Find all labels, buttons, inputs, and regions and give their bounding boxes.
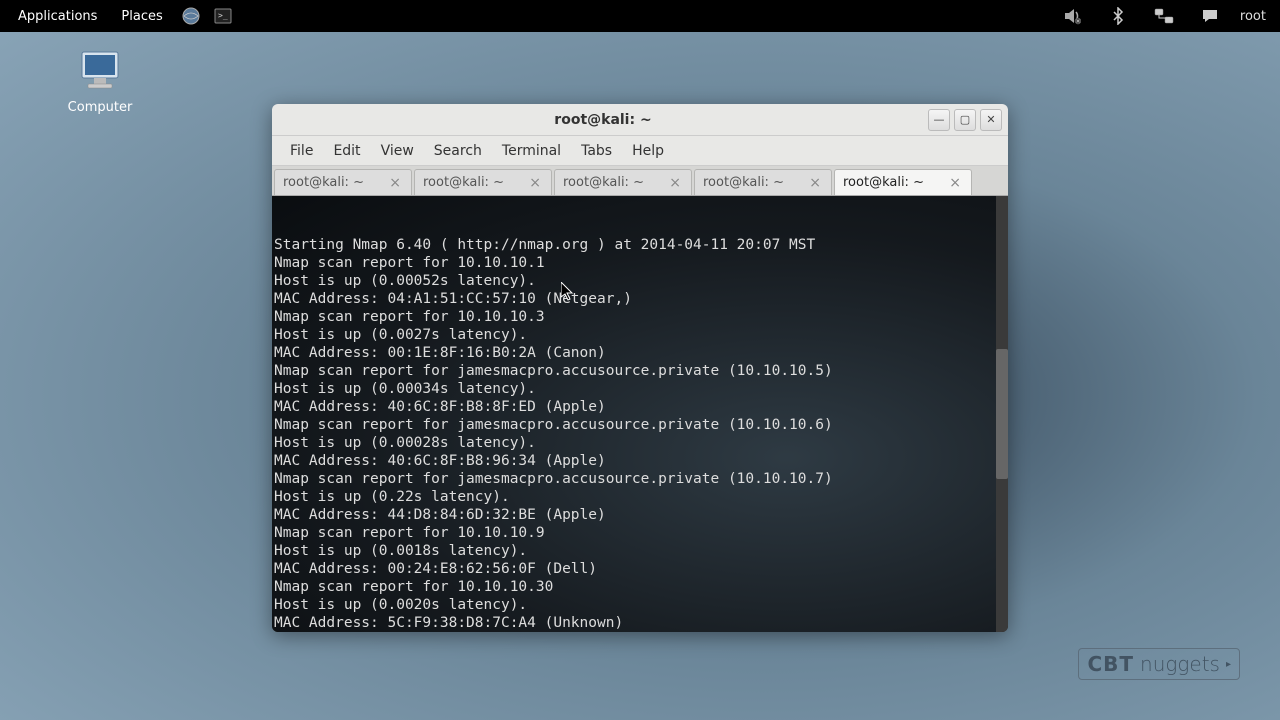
terminal-scrollbar[interactable] <box>996 196 1008 632</box>
terminal-line: Host is up (0.00034s latency). <box>274 380 1006 398</box>
terminal-tab[interactable]: root@kali: ~× <box>414 169 552 195</box>
minimize-button[interactable]: — <box>928 109 950 131</box>
menubar: File Edit View Search Terminal Tabs Help <box>272 136 1008 166</box>
window-titlebar[interactable]: root@kali: ~ — ▢ ✕ <box>272 104 1008 136</box>
top-panel: Applications Places >_ root <box>0 0 1280 32</box>
terminal-line: Host is up (0.22s latency). <box>274 488 1006 506</box>
chat-icon[interactable] <box>1198 4 1222 28</box>
terminal-window: root@kali: ~ — ▢ ✕ File Edit View Search… <box>272 104 1008 632</box>
network-icon[interactable] <box>1152 4 1176 28</box>
window-title: root@kali: ~ <box>278 112 928 128</box>
menu-help[interactable]: Help <box>622 139 674 163</box>
terminal-line: Host is up (0.00028s latency). <box>274 434 1006 452</box>
terminal-tab[interactable]: root@kali: ~× <box>274 169 412 195</box>
tabbar: root@kali: ~× root@kali: ~× root@kali: ~… <box>272 166 1008 196</box>
desktop-computer-label: Computer <box>60 100 140 115</box>
menu-terminal[interactable]: Terminal <box>492 139 571 163</box>
terminal-line: Nmap scan report for jamesmacpro.accusou… <box>274 470 1006 488</box>
tab-close-icon[interactable]: × <box>527 175 543 191</box>
terminal-line: Starting Nmap 6.40 ( http://nmap.org ) a… <box>274 236 1006 254</box>
tab-close-icon[interactable]: × <box>387 175 403 191</box>
browser-launcher-icon[interactable] <box>179 4 203 28</box>
watermark-play-icon: ▸ <box>1226 659 1231 670</box>
terminal-line: Nmap scan report for 10.10.10.30 <box>274 578 1006 596</box>
terminal-line: Nmap scan report for 10.10.10.3 <box>274 308 1006 326</box>
applications-menu[interactable]: Applications <box>6 3 109 30</box>
terminal-line: MAC Address: 00:1E:8F:16:B0:2A (Canon) <box>274 344 1006 362</box>
terminal-line: MAC Address: 40:6C:8F:B8:8F:ED (Apple) <box>274 398 1006 416</box>
menu-edit[interactable]: Edit <box>323 139 370 163</box>
bluetooth-icon[interactable] <box>1106 4 1130 28</box>
close-button[interactable]: ✕ <box>980 109 1002 131</box>
menu-search[interactable]: Search <box>424 139 492 163</box>
terminal-tab[interactable]: root@kali: ~× <box>694 169 832 195</box>
user-label[interactable]: root <box>1240 9 1266 24</box>
menu-tabs[interactable]: Tabs <box>571 139 622 163</box>
terminal-output[interactable]: Starting Nmap 6.40 ( http://nmap.org ) a… <box>272 196 1008 632</box>
terminal-tab[interactable]: root@kali: ~× <box>554 169 692 195</box>
terminal-line: Nmap scan report for 10.10.10.9 <box>274 524 1006 542</box>
tab-close-icon[interactable]: × <box>807 175 823 191</box>
maximize-button[interactable]: ▢ <box>954 109 976 131</box>
watermark-product: nuggets <box>1140 652 1220 676</box>
terminal-line: Nmap scan report for jamesmacpro.accusou… <box>274 362 1006 380</box>
terminal-line: Host is up (0.0027s latency). <box>274 326 1006 344</box>
terminal-line: Host is up (0.0020s latency). <box>274 596 1006 614</box>
terminal-line: MAC Address: 40:6C:8F:B8:96:34 (Apple) <box>274 452 1006 470</box>
tab-close-icon[interactable]: × <box>667 175 683 191</box>
terminal-line: MAC Address: 44:D8:84:6D:32:BE (Apple) <box>274 506 1006 524</box>
terminal-line: Nmap scan report for jamesmacpro.accusou… <box>274 416 1006 434</box>
terminal-line: MAC Address: 00:24:E8:62:56:0F (Dell) <box>274 560 1006 578</box>
terminal-launcher-icon[interactable]: >_ <box>211 4 235 28</box>
terminal-line: MAC Address: 04:A1:51:CC:57:10 (Netgear,… <box>274 290 1006 308</box>
scrollbar-thumb[interactable] <box>996 349 1008 480</box>
menu-file[interactable]: File <box>280 139 323 163</box>
terminal-line: MAC Address: 5C:F9:38:D8:7C:A4 (Unknown) <box>274 614 1006 632</box>
terminal-line: Nmap scan report for 10.10.10.1 <box>274 254 1006 272</box>
tab-close-icon[interactable]: × <box>947 175 963 191</box>
svg-text:>_: >_ <box>218 11 228 20</box>
terminal-tab-active[interactable]: root@kali: ~× <box>834 169 972 195</box>
watermark-brand: CBT <box>1087 652 1134 676</box>
menu-view[interactable]: View <box>371 139 424 163</box>
places-menu[interactable]: Places <box>109 3 174 30</box>
desktop-computer-icon[interactable]: Computer <box>60 50 140 115</box>
watermark: CBT nuggets ▸ <box>1078 648 1240 680</box>
terminal-line: Host is up (0.0018s latency). <box>274 542 1006 560</box>
volume-icon[interactable] <box>1060 4 1084 28</box>
terminal-line: Host is up (0.00052s latency). <box>274 272 1006 290</box>
